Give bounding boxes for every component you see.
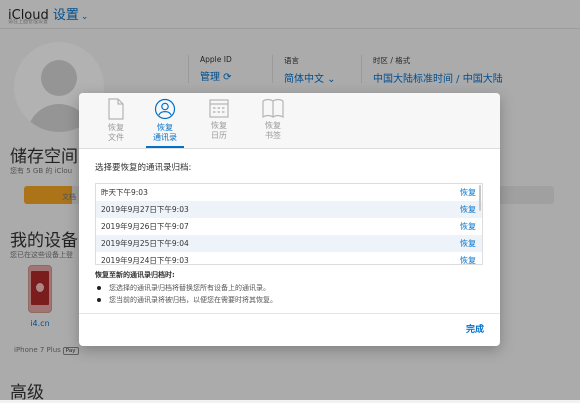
tab-label: 恢复 文件 — [108, 123, 124, 142]
tab-label: 恢复 通讯录 — [153, 123, 177, 142]
archive-date: 昨天下午9:03 — [101, 188, 148, 197]
contacts-icon — [154, 98, 176, 120]
archive-row: 2019年9月24日下午9:03 恢复 — [96, 252, 482, 265]
tab-restore-calendar[interactable]: 恢复 日历 — [195, 98, 243, 146]
done-button[interactable]: 完成 — [466, 322, 484, 335]
note-text: 您选择的通讯录归档将替换您所有设备上的通讯录。 — [109, 284, 270, 292]
tab-label: 恢复 日历 — [211, 121, 227, 140]
archive-row: 2019年9月26日下午9:07 恢复 — [96, 218, 482, 235]
list-scrollbar[interactable] — [479, 185, 481, 211]
tab-label: 恢复 书签 — [265, 121, 281, 140]
bullet-icon — [97, 298, 101, 302]
calendar-icon — [209, 99, 229, 118]
archive-prompt: 选择要恢复的通讯录归档: — [95, 163, 192, 173]
restore-link[interactable]: 恢复 — [460, 235, 476, 252]
archive-date: 2019年9月25日下午9:04 — [101, 239, 189, 248]
restore-dialog: 恢复 文件 恢复 通讯录 恢复 日历 恢复 书签 选择要恢复的通讯录归档: 昨天… — [79, 93, 500, 346]
archive-row: 2019年9月25日下午9:04 恢复 — [96, 235, 482, 252]
archive-row: 2019年9月27日下午9:03 恢复 — [96, 201, 482, 218]
tab-restore-contacts[interactable]: 恢复 通讯录 — [141, 98, 189, 148]
bullet-icon — [97, 286, 101, 290]
restore-link[interactable]: 恢复 — [460, 184, 476, 201]
file-icon — [108, 98, 124, 120]
dialog-footer-divider — [79, 313, 500, 314]
note-item: 您选择的通讯录归档将替换您所有设备上的通讯录。 — [97, 283, 270, 293]
archive-list[interactable]: 昨天下午9:03 恢复 2019年9月27日下午9:03 恢复 2019年9月2… — [95, 183, 483, 265]
restore-tabs: 恢复 文件 恢复 通讯录 恢复 日历 恢复 书签 — [79, 93, 500, 149]
restore-link[interactable]: 恢复 — [460, 218, 476, 235]
archive-date: 2019年9月24日下午9:03 — [101, 256, 189, 265]
restore-link[interactable]: 恢复 — [460, 252, 476, 264]
note-item: 您当前的通讯录将被归档，以便您在需要时将其恢复。 — [97, 295, 277, 305]
archive-date: 2019年9月26日下午9:07 — [101, 222, 189, 231]
note-text: 您当前的通讯录将被归档，以便您在需要时将其恢复。 — [109, 296, 277, 304]
note-heading: 恢复至新的通讯录归档时: — [95, 271, 175, 279]
restore-link[interactable]: 恢复 — [460, 201, 476, 218]
tab-restore-bookmarks[interactable]: 恢复 书签 — [249, 98, 297, 146]
archive-row: 昨天下午9:03 恢复 — [96, 184, 482, 201]
archive-date: 2019年9月27日下午9:03 — [101, 205, 189, 214]
bookmarks-icon — [262, 98, 284, 118]
tab-restore-files[interactable]: 恢复 文件 — [92, 98, 140, 146]
